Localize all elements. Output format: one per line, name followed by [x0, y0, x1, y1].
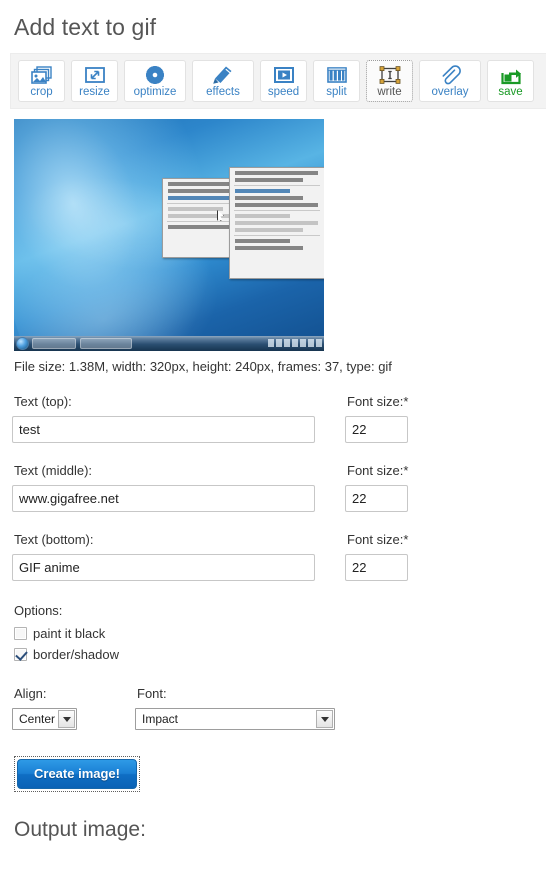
- resize-icon: [84, 65, 106, 85]
- toolbar-button-crop[interactable]: crop: [18, 60, 65, 102]
- field-row-text-bottom: Text (bottom): Font size:*: [12, 532, 534, 581]
- label-font: Font:: [137, 686, 167, 701]
- toolbar-label: overlay: [431, 86, 469, 98]
- toolbar-button-write[interactable]: write: [366, 60, 413, 102]
- align-font-row: Align: Center Font: Impact: [12, 686, 534, 730]
- field-row-text-top: Text (top): Font size:*: [12, 394, 534, 443]
- optimize-icon: [144, 65, 166, 85]
- option-paint-it-black[interactable]: paint it black: [14, 624, 534, 643]
- select-font[interactable]: Impact: [135, 708, 335, 730]
- desktop-context-menu: [229, 167, 324, 279]
- toolbar-label: split: [326, 86, 347, 98]
- toolbar-label: save: [498, 86, 523, 98]
- speed-icon: [273, 65, 295, 85]
- input-text-middle[interactable]: [12, 485, 315, 512]
- input-font-size-top[interactable]: [345, 416, 408, 443]
- toolbar-button-overlay[interactable]: overlay: [419, 60, 481, 102]
- toolbar-button-resize[interactable]: resize: [71, 60, 118, 102]
- checkbox-paint-it-black[interactable]: [14, 627, 27, 640]
- system-tray: [268, 339, 322, 347]
- label-font-size-top: Font size:*: [347, 394, 409, 409]
- label-font-size-bottom: Font size:*: [347, 532, 409, 547]
- checkbox-border-shadow[interactable]: [14, 648, 27, 661]
- select-font-value: Impact: [142, 712, 179, 726]
- chevron-down-icon[interactable]: [316, 710, 333, 728]
- options-label: Options:: [14, 603, 63, 618]
- toolbar-label: speed: [267, 86, 300, 98]
- submit-wrapper: Create image!: [14, 756, 534, 792]
- field-row-text-middle: Text (middle): Font size:*: [12, 463, 534, 512]
- create-image-button[interactable]: Create image!: [17, 759, 137, 789]
- gif-preview-image: [14, 119, 324, 351]
- label-align: Align:: [14, 686, 47, 701]
- taskbar-item: [32, 338, 76, 349]
- overlay-icon: [439, 65, 461, 85]
- submit-focus-ring: Create image!: [14, 756, 140, 792]
- input-text-bottom[interactable]: [12, 554, 315, 581]
- toolbar-button-save[interactable]: save: [487, 60, 534, 102]
- preview-image-wrapper: [14, 119, 324, 351]
- toolbar-button-speed[interactable]: speed: [260, 60, 307, 102]
- align-block: Align: Center: [12, 686, 77, 730]
- toolbar-label: write: [377, 86, 402, 98]
- save-icon: [500, 65, 522, 85]
- toolbar-button-split[interactable]: split: [313, 60, 360, 102]
- toolbar-button-optimize[interactable]: optimize: [124, 60, 186, 102]
- page-title: Add text to gif: [14, 14, 157, 40]
- crop-icon: [30, 65, 53, 85]
- windows-taskbar: [14, 336, 324, 351]
- toolbar-label: resize: [79, 86, 110, 98]
- chevron-down-icon[interactable]: [58, 710, 75, 728]
- label-font-size-middle: Font size:*: [347, 463, 409, 478]
- page-container: Add text to gif crop resize optimize eff…: [0, 14, 546, 869]
- effects-icon: [212, 65, 234, 85]
- select-align[interactable]: Center: [12, 708, 77, 730]
- input-font-size-bottom[interactable]: [345, 554, 408, 581]
- label-text-middle: Text (middle):: [14, 463, 93, 478]
- select-align-value: Center: [19, 712, 56, 726]
- font-block: Font: Impact: [135, 686, 335, 730]
- toolbar-label: optimize: [133, 86, 177, 98]
- toolbar-label: effects: [206, 86, 240, 98]
- taskbar-item: [80, 338, 132, 349]
- output-image-heading: Output image:: [14, 818, 146, 841]
- toolbar-label: crop: [30, 86, 53, 98]
- option-label: border/shadow: [33, 647, 119, 662]
- file-info-text: File size: 1.38M, width: 320px, height: …: [14, 359, 392, 374]
- start-orb-icon: [16, 337, 29, 350]
- option-label: paint it black: [33, 626, 106, 641]
- label-text-bottom: Text (bottom):: [14, 532, 94, 547]
- editor-toolbar: crop resize optimize effects speed split…: [10, 53, 546, 109]
- option-border-shadow[interactable]: border/shadow: [14, 645, 534, 664]
- label-text-top: Text (top):: [14, 394, 72, 409]
- split-icon: [326, 65, 348, 85]
- input-text-top[interactable]: [12, 416, 315, 443]
- toolbar-button-effects[interactable]: effects: [192, 60, 254, 102]
- write-icon: [379, 65, 401, 85]
- input-font-size-middle[interactable]: [345, 485, 408, 512]
